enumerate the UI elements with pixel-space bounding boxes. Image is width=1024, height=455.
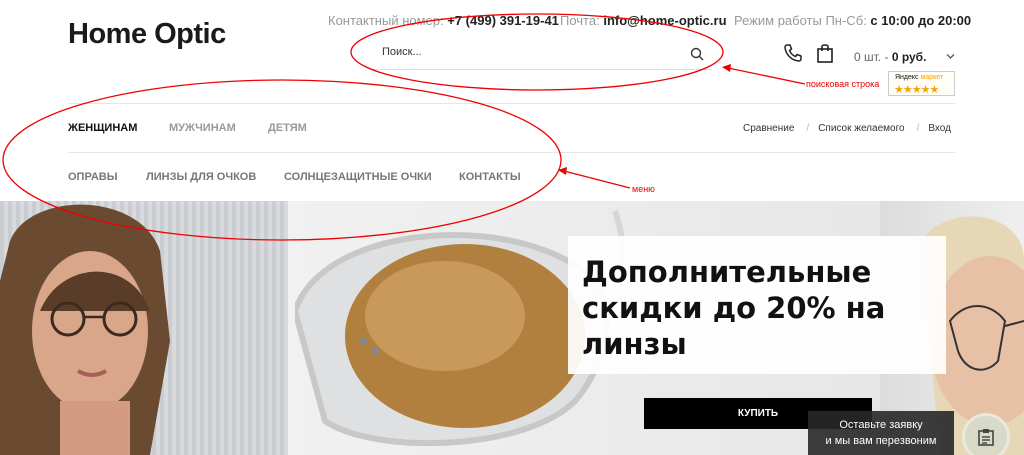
- user-links: Сравнение / Список желаемого / Вход: [743, 123, 951, 134]
- menu-item-contacts[interactable]: Контакты: [459, 171, 521, 183]
- hours-label: Режим работы Пн-Сб:: [734, 13, 867, 28]
- cart-separator: -: [881, 50, 892, 64]
- menu-annotation-arrow: [563, 170, 631, 189]
- tab-women[interactable]: Женщинам: [68, 122, 137, 134]
- cart-total: 0 руб.: [891, 50, 927, 64]
- tab-men[interactable]: Мужчинам: [169, 122, 236, 134]
- phone-icon[interactable]: [783, 43, 803, 63]
- hero-banner: Дополнительные скидки до 20% на линзы Ку…: [0, 201, 1024, 455]
- email-group: Почта: info@home-optic.ru: [560, 13, 727, 28]
- login-link[interactable]: Вход: [928, 123, 951, 134]
- hours-group: Режим работы Пн-Сб: с 10:00 до 20:00: [734, 13, 971, 28]
- search-annotation-label: поисковая строка: [806, 79, 880, 89]
- callback-request-button[interactable]: Оставьте заявку и мы вам перезвоним: [808, 411, 954, 455]
- search-icon[interactable]: [690, 47, 704, 61]
- contact-phone-group: Контактный номер: +7 (499) 391-19-41: [328, 13, 559, 28]
- menu-item-frames[interactable]: Оправы: [68, 171, 118, 183]
- wishlist-link[interactable]: Список желаемого: [818, 123, 904, 134]
- email-link[interactable]: info@home-optic.ru: [603, 13, 726, 28]
- contact-phone[interactable]: +7 (499) 391-19-41: [447, 13, 559, 28]
- search-annotation-arrow: [727, 67, 806, 85]
- divider: [68, 103, 955, 104]
- rating-stars: ★★★★★: [894, 84, 939, 96]
- compare-link[interactable]: Сравнение: [743, 123, 794, 134]
- cart-count: 0 шт.: [854, 50, 882, 64]
- logo[interactable]: Home Optic: [68, 18, 226, 51]
- hours-value: с 10:00 до 20:00: [870, 13, 972, 28]
- model-photo-left: [0, 204, 170, 455]
- search-input[interactable]: [382, 46, 672, 58]
- promo-title: Дополнительные скидки до 20% на линзы: [582, 255, 886, 361]
- search-bar: [372, 40, 712, 70]
- chevron-down-icon[interactable]: [946, 53, 955, 60]
- menu-annotation-label: меню: [632, 184, 655, 194]
- callback-line-2: и мы вам перезвоним: [825, 435, 937, 447]
- menu-item-sunglasses[interactable]: Солнцезащитные очки: [284, 171, 432, 183]
- menu-item-lenses[interactable]: Линзы для очков: [146, 171, 256, 183]
- contact-label: Контактный номер:: [328, 13, 444, 28]
- menu-annotation-arrowhead: [558, 167, 567, 175]
- cart-summary[interactable]: 0 шт. - 0 руб.: [854, 50, 926, 64]
- yandex-market-badge[interactable]: Яндекс маркет ★★★★★: [888, 71, 955, 96]
- yandex-market-logo: Яндекс маркет: [895, 74, 944, 81]
- callback-fab-button[interactable]: [962, 413, 1010, 455]
- search-annotation-arrowhead: [722, 64, 731, 72]
- clipboard-icon: [978, 429, 994, 446]
- tab-kids[interactable]: Детям: [268, 122, 307, 134]
- callback-line-1: Оставьте заявку: [839, 419, 923, 431]
- divider: [68, 152, 955, 153]
- email-label: Почта:: [560, 13, 600, 28]
- promo-box: Дополнительные скидки до 20% на линзы: [568, 236, 946, 374]
- shopping-bag-icon[interactable]: [816, 42, 834, 64]
